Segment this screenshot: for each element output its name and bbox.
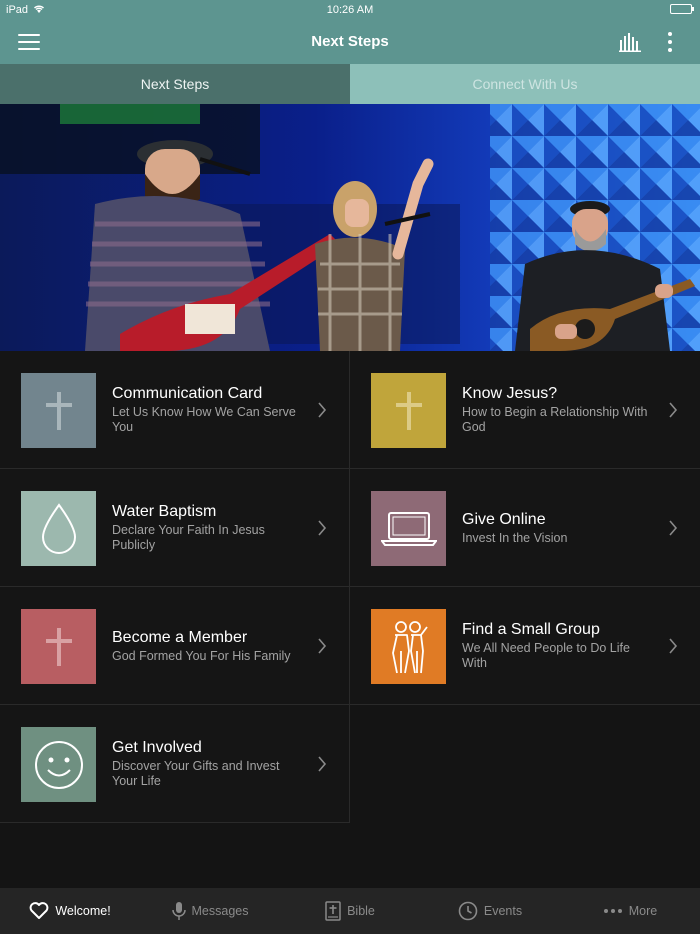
- card-tile: [21, 609, 96, 684]
- clock-icon: [458, 901, 478, 921]
- card-title: Find a Small Group: [462, 621, 600, 638]
- card-subtitle: Let Us Know How We Can Serve You: [112, 405, 296, 434]
- tabbar-label: Bible: [347, 904, 375, 918]
- chevron-right-icon: [669, 638, 678, 654]
- card-tile: [371, 373, 446, 448]
- card-communication-card[interactable]: Communication Card Let Us Know How We Ca…: [0, 351, 350, 469]
- chevron-right-icon: [669, 520, 678, 536]
- tab-next-steps[interactable]: Next Steps: [0, 64, 350, 104]
- tabbar-item-welcome[interactable]: Welcome!: [0, 888, 140, 934]
- status-bar: iPad 10:26 AM: [0, 0, 700, 20]
- more-options-icon[interactable]: [663, 31, 677, 53]
- card-subtitle: God Formed You For His Family: [112, 648, 291, 663]
- card-tile: [21, 373, 96, 448]
- water-drop-icon: [41, 502, 76, 554]
- chevron-right-icon: [318, 520, 327, 536]
- card-title: Water Baptism: [112, 503, 217, 520]
- heart-icon: [29, 902, 49, 919]
- card-subtitle: Discover Your Gifts and Invest Your Life: [112, 759, 280, 788]
- navigation-bar: Next Steps: [0, 20, 700, 64]
- tab-connect-with-us[interactable]: Connect With Us: [350, 64, 700, 104]
- cross-icon: [45, 391, 72, 430]
- segment-tabs: Next Steps Connect With Us: [0, 64, 700, 104]
- card-know-jesus[interactable]: Know Jesus? How to Begin a Relationship …: [350, 351, 700, 469]
- bottom-tab-bar: Welcome! Messages Bible Events More: [0, 888, 700, 934]
- chevron-right-icon: [318, 756, 327, 772]
- group-icon: [391, 620, 428, 673]
- tabbar-label: Messages: [191, 904, 249, 918]
- card-subtitle: Invest In the Vision: [462, 530, 568, 545]
- next-steps-grid: Communication Card Let Us Know How We Ca…: [0, 351, 700, 824]
- card-title: Become a Member: [112, 628, 248, 646]
- tabbar-item-more[interactable]: More: [560, 888, 700, 934]
- cross-icon: [45, 627, 72, 666]
- chevron-right-icon: [318, 402, 327, 418]
- chevron-right-icon: [318, 638, 327, 654]
- card-tile: [21, 727, 96, 802]
- tabbar-item-events[interactable]: Events: [420, 888, 560, 934]
- card-title: Know Jesus?: [462, 385, 558, 402]
- laptop-icon: [380, 511, 437, 546]
- card-tile: [371, 491, 446, 566]
- hero-worship-image: [0, 104, 700, 351]
- card-tile: [371, 609, 446, 684]
- cross-icon: [395, 391, 422, 430]
- card-find-a-small-group[interactable]: Find a Small Group We All Need People to…: [350, 587, 700, 705]
- card-water-baptism[interactable]: Water Baptism Declare Your Faith In Jesu…: [0, 469, 350, 587]
- more-dots-icon: [603, 909, 622, 913]
- card-tile: [21, 491, 96, 566]
- bible-icon: [325, 901, 341, 921]
- tabbar-item-messages[interactable]: Messages: [140, 888, 280, 934]
- card-give-online[interactable]: Give Online Invest In the Vision: [350, 469, 700, 587]
- tabbar-item-bible[interactable]: Bible: [280, 888, 420, 934]
- card-subtitle: Declare Your Faith In Jesus Publicly: [112, 523, 265, 552]
- card-become-a-member[interactable]: Become a Member God Formed You For His F…: [0, 587, 350, 705]
- card-title: Give Online: [462, 510, 546, 528]
- chevron-right-icon: [669, 402, 678, 418]
- smiley-icon: [34, 740, 83, 789]
- card-get-involved[interactable]: Get Involved Discover Your Gifts and Inv…: [0, 705, 350, 823]
- page-title: Next Steps: [311, 33, 389, 50]
- clock-time: 10:26 AM: [326, 4, 374, 16]
- card-title: Get Involved: [112, 739, 202, 756]
- audio-levels-icon[interactable]: [619, 32, 643, 52]
- tabbar-label: Welcome!: [55, 904, 111, 918]
- microphone-icon: [171, 902, 186, 920]
- card-subtitle: We All Need People to Do Life With: [462, 641, 630, 670]
- tabbar-label: Events: [483, 904, 523, 918]
- battery-icon: [670, 4, 694, 14]
- card-title: Communication Card: [112, 385, 263, 402]
- tabbar-label: More: [628, 904, 658, 918]
- card-subtitle: How to Begin a Relationship With God: [462, 405, 648, 434]
